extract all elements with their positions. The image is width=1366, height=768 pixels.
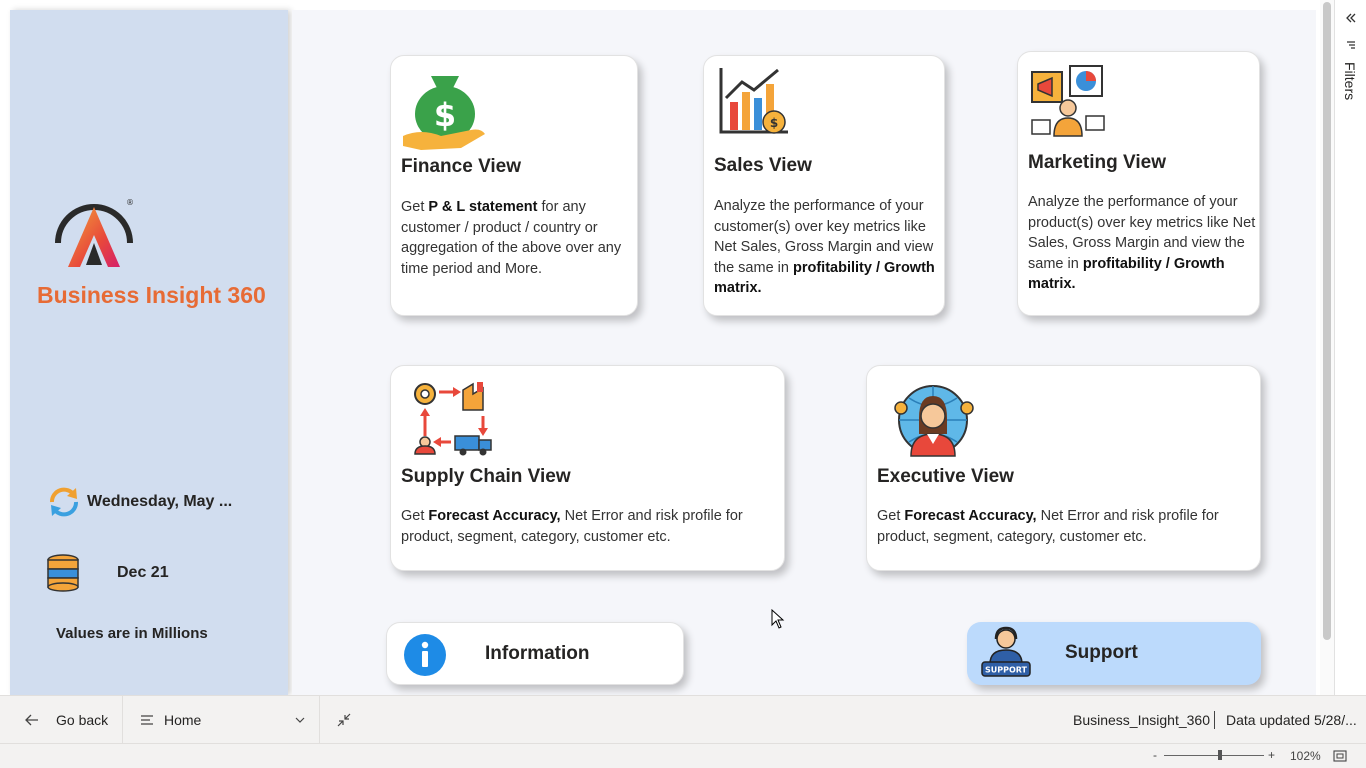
filters-label[interactable]: Filters	[1342, 62, 1358, 100]
data-updated-label: Data updated 5/28/...	[1226, 712, 1357, 728]
svg-text:$: $	[434, 96, 456, 134]
info-icon	[404, 634, 446, 676]
atliq-logo-icon: ®	[55, 198, 134, 267]
marketing-view-card[interactable]: Marketing View Analyze the performance o…	[1017, 51, 1260, 316]
page-selector-value: Home	[164, 712, 202, 728]
support-button[interactable]: SUPPORT Support	[967, 622, 1261, 685]
filters-pane-collapsed[interactable]	[1334, 0, 1366, 695]
money-bag-icon: $	[403, 76, 485, 150]
support-badge-text: SUPPORT	[985, 666, 1028, 675]
menu-icon	[141, 715, 153, 725]
chevron-down-icon	[295, 717, 305, 723]
bottom-navigation-bar: Go back Home Business_Insight_360 Data u…	[0, 695, 1366, 744]
divider	[1214, 711, 1215, 729]
finance-view-card[interactable]: $ Finance View Get P & L statement for a…	[390, 55, 638, 316]
supply-chain-icon	[414, 382, 492, 456]
executive-view-card[interactable]: Executive View Get Forecast Accuracy, Ne…	[866, 365, 1261, 571]
divider	[122, 696, 123, 744]
information-button[interactable]: Information	[386, 622, 684, 685]
canvas-scrollbar-thumb[interactable]	[1323, 2, 1331, 640]
brand-title: Business Insight 360	[37, 282, 266, 308]
card-title: Finance View	[401, 156, 522, 177]
sales-view-card[interactable]: $ Sales View Analyze the performance of …	[703, 55, 945, 316]
svg-text:®: ®	[126, 198, 134, 207]
zoom-level: 102%	[1290, 749, 1321, 763]
zoom-bar: - + 102%	[0, 743, 1366, 768]
desc-text: Get	[401, 508, 429, 524]
zoom-out-button[interactable]: -	[1153, 748, 1157, 762]
refresh-icon	[49, 487, 79, 517]
filter-icon	[1347, 41, 1355, 49]
desc-bold: Forecast Accuracy,	[428, 508, 561, 524]
desc-bold: P & L statement	[428, 199, 538, 215]
go-back-button[interactable]: Go back	[24, 696, 108, 744]
card-title: Supply Chain View	[401, 466, 571, 487]
data-period-label: Dec 21	[117, 564, 169, 581]
page-selector-dropdown[interactable]: Home	[140, 696, 306, 744]
desc-text: Get	[401, 199, 429, 215]
marketing-megaphone-icon	[1031, 65, 1105, 137]
mouse-cursor-icon	[771, 609, 785, 629]
report-name: Business_Insight_360	[1073, 712, 1210, 728]
sidebar: ® Business Insight 360 Wednesday, May ..…	[10, 10, 288, 695]
card-title: Sales View	[714, 155, 812, 176]
zoom-slider-track[interactable]	[1164, 755, 1264, 756]
information-label: Information	[485, 643, 590, 664]
powerbi-report-window: ® Business Insight 360 Wednesday, May ..…	[0, 0, 1366, 768]
support-label: Support	[1065, 642, 1138, 663]
desc-bold: Forecast Accuracy,	[904, 508, 1037, 524]
divider	[319, 696, 320, 744]
sales-chart-icon: $	[719, 68, 788, 134]
report-canvas: ® Business Insight 360 Wednesday, May ..…	[0, 0, 1320, 695]
card-description: Analyze the performance of your product(…	[1028, 192, 1256, 295]
go-back-label: Go back	[56, 712, 109, 728]
card-description: Get P & L statement for any customer / p…	[401, 197, 629, 279]
card-title: Executive View	[877, 466, 1014, 487]
card-description: Get Forecast Accuracy, Net Error and ris…	[401, 506, 773, 547]
zoom-in-button[interactable]: +	[1268, 748, 1275, 762]
collapse-arrows-icon	[337, 713, 351, 727]
card-title: Marketing View	[1028, 152, 1166, 173]
data-through-row: Dec 21	[46, 553, 169, 593]
desc-text: Get	[877, 508, 905, 524]
date-label: Wednesday, May ...	[87, 493, 233, 510]
zoom-slider-thumb[interactable]	[1218, 750, 1222, 760]
last-refresh-row: Wednesday, May ...	[46, 484, 232, 520]
collapse-chevron-icon[interactable]	[1345, 12, 1357, 24]
card-description: Analyze the performance of your customer…	[714, 196, 940, 299]
fit-page-icon[interactable]	[1333, 750, 1347, 762]
units-note: Values are in Millions	[56, 625, 208, 642]
database-icon	[47, 554, 79, 592]
card-description: Get Forecast Accuracy, Net Error and ris…	[877, 506, 1249, 547]
support-agent-icon: SUPPORT	[981, 626, 1031, 677]
fit-to-screen-button[interactable]	[337, 696, 351, 744]
supply-chain-view-card[interactable]: Supply Chain View Get Forecast Accuracy,…	[390, 365, 785, 571]
executive-person-icon	[894, 385, 974, 457]
svg-text:$: $	[770, 116, 778, 130]
arrow-left-icon	[25, 714, 38, 726]
